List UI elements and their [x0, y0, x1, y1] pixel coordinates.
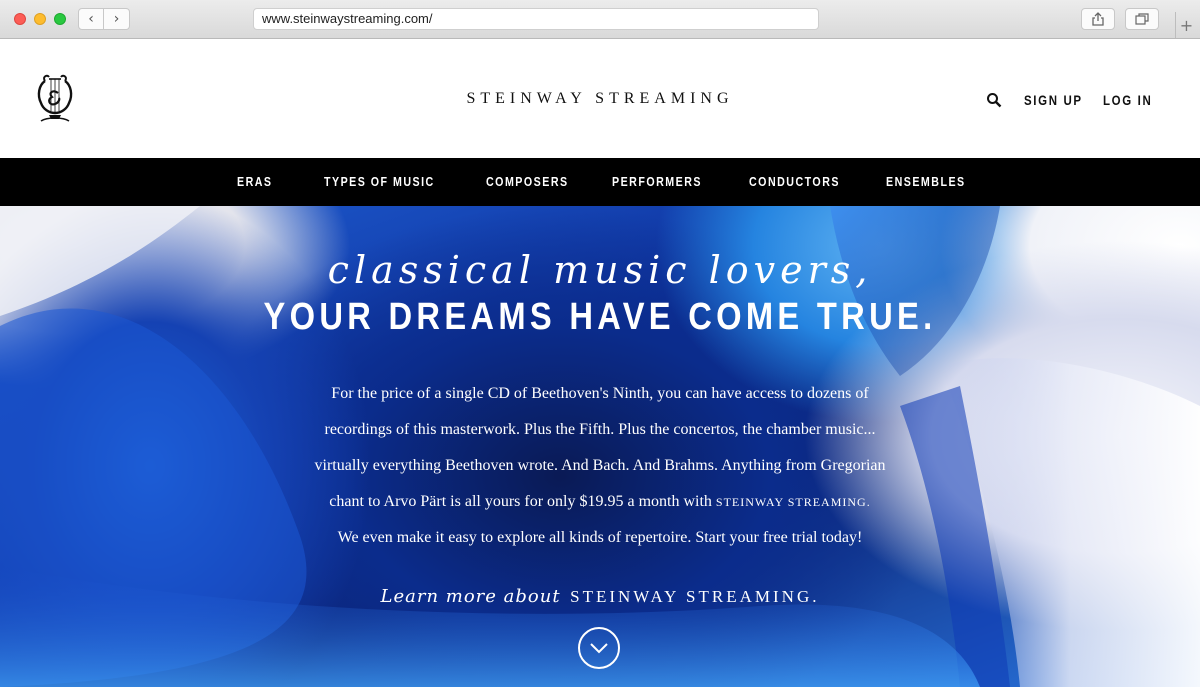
- hero-description-line: For the price of a single CD of Beethove…: [331, 385, 869, 402]
- hero-description-line: virtually everything Beethoven wrote. An…: [314, 457, 886, 474]
- close-window-button[interactable]: [14, 13, 26, 25]
- plus-icon: +: [1179, 15, 1194, 35]
- nav-item-eras[interactable]: ERAS: [237, 174, 273, 189]
- site-header: STEINWAY STREAMING SIGN UP LOG IN: [0, 39, 1200, 158]
- scroll-down-button[interactable]: [578, 627, 620, 669]
- learn-more-prefix: Learn more about: [380, 586, 561, 607]
- chevron-left-icon: ‹: [88, 11, 94, 27]
- brand-wordmark[interactable]: STEINWAY STREAMING: [0, 90, 1200, 108]
- new-tab-button[interactable]: +: [1175, 12, 1197, 38]
- forward-button[interactable]: ›: [104, 8, 130, 30]
- maximize-window-button[interactable]: [54, 13, 66, 25]
- url-text: www.steinwaystreaming.com/: [262, 11, 433, 26]
- hero-description-line: We even make it easy to explore all kind…: [337, 529, 863, 546]
- chevron-down-icon: [590, 643, 608, 654]
- learn-more-link[interactable]: Learn more about STEINWAY STREAMING.: [0, 585, 1200, 608]
- chevron-right-icon: ›: [113, 11, 120, 27]
- category-nav: ERAS TYPES OF MUSIC COMPOSERS PERFORMERS…: [0, 158, 1200, 206]
- search-icon[interactable]: [986, 92, 1002, 108]
- nav-item-composers[interactable]: COMPOSERS: [486, 174, 569, 189]
- hero-description-text: chant to Arvo Pärt is all yours for only…: [329, 493, 716, 510]
- back-button[interactable]: ‹: [78, 8, 104, 30]
- nav-item-ensembles[interactable]: ENSEMBLES: [886, 174, 966, 189]
- address-bar[interactable]: www.steinwaystreaming.com/: [253, 8, 819, 30]
- hero-description-brand: STEINWAY STREAMING.: [715, 495, 871, 509]
- hero-description-line: recordings of this masterwork. Plus the …: [324, 421, 876, 438]
- hero-description: For the price of a single CD of Beethove…: [270, 376, 930, 556]
- nav-item-performers[interactable]: PERFORMERS: [612, 174, 702, 189]
- show-tabs-button[interactable]: [1125, 8, 1159, 30]
- sign-up-link[interactable]: SIGN UP: [1024, 92, 1083, 108]
- hero-section: classical music lovers, YOUR DREAMS HAVE…: [0, 206, 1200, 687]
- log-in-link[interactable]: LOG IN: [1103, 92, 1152, 108]
- browser-toolbar: ‹ › www.steinwaystreaming.com/ +: [0, 0, 1200, 39]
- learn-more-brand: STEINWAY STREAMING.: [570, 587, 820, 606]
- nav-item-types-of-music[interactable]: TYPES OF MUSIC: [324, 174, 435, 189]
- hero-description-line: chant to Arvo Pärt is all yours for only…: [270, 484, 930, 520]
- share-icon: [1092, 12, 1104, 26]
- hero-title-script: classical music lovers,: [327, 248, 873, 292]
- share-button[interactable]: [1081, 8, 1115, 30]
- minimize-window-button[interactable]: [34, 13, 46, 25]
- hero-title-headline: YOUR DREAMS HAVE COME TRUE.: [263, 296, 937, 338]
- nav-item-conductors[interactable]: CONDUCTORS: [749, 174, 840, 189]
- tabs-icon: [1135, 13, 1149, 25]
